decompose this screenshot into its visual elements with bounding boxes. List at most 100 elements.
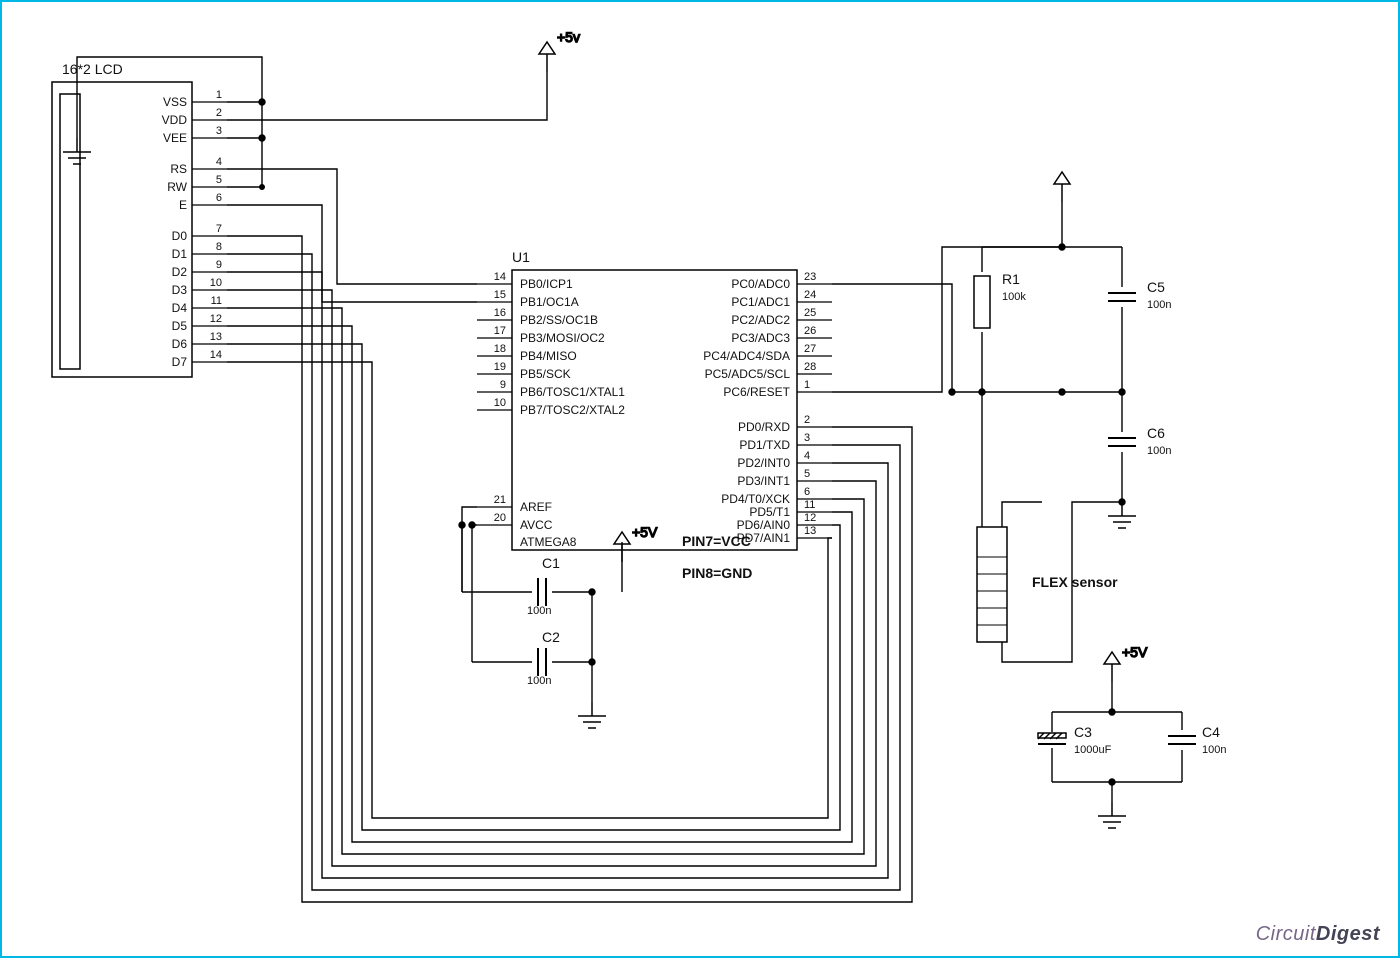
svg-text:VSS: VSS	[163, 95, 187, 109]
mcu-gnd-note: PIN8=GND	[682, 565, 752, 581]
svg-text:PC5/ADC5/SCL: PC5/ADC5/SCL	[705, 367, 791, 381]
flex-label: FLEX sensor	[1032, 574, 1118, 590]
brand-logo: CircuitDigest	[1256, 923, 1380, 946]
svg-text:E: E	[179, 198, 187, 212]
svg-text:8: 8	[216, 241, 222, 253]
brand-a: Circuit	[1256, 923, 1316, 945]
svg-text:D2: D2	[172, 265, 188, 279]
svg-text:PD3/INT1: PD3/INT1	[737, 474, 790, 488]
svg-text:27: 27	[804, 343, 816, 355]
svg-text:11: 11	[804, 499, 815, 511]
svg-text:PB5/SCK: PB5/SCK	[520, 367, 571, 381]
svg-text:25: 25	[804, 307, 816, 319]
svg-text:C3: C3	[1074, 724, 1092, 740]
svg-text:PD2/INT0: PD2/INT0	[737, 456, 790, 470]
wires: +5v +5V	[63, 29, 1196, 902]
svg-text:6: 6	[804, 486, 810, 498]
svg-text:PB2/SS/OC1B: PB2/SS/OC1B	[520, 313, 598, 327]
svg-text:13: 13	[210, 331, 222, 343]
svg-text:D4: D4	[172, 301, 188, 315]
svg-text:12: 12	[210, 313, 222, 325]
svg-text:5: 5	[804, 468, 810, 480]
svg-text:100n: 100n	[1147, 299, 1171, 311]
svg-text:D7: D7	[172, 355, 188, 369]
svg-text:PC3/ADC3: PC3/ADC3	[731, 331, 790, 345]
svg-text:100n: 100n	[1202, 744, 1226, 756]
svg-text:15: 15	[494, 289, 506, 301]
svg-text:PB3/MOSI/OC2: PB3/MOSI/OC2	[520, 331, 605, 345]
svg-text:10: 10	[494, 397, 506, 409]
flex-sensor: FLEX sensor	[977, 527, 1118, 642]
svg-text:RS: RS	[170, 162, 187, 176]
svg-text:7: 7	[216, 223, 222, 235]
svg-text:PB4/MISO: PB4/MISO	[520, 349, 577, 363]
svg-text:PB7/TOSC2/XTAL2: PB7/TOSC2/XTAL2	[520, 403, 625, 417]
svg-text:26: 26	[804, 325, 816, 337]
svg-text:PD1/TXD: PD1/TXD	[739, 438, 790, 452]
svg-text:16: 16	[494, 307, 506, 319]
svg-text:2: 2	[804, 414, 810, 426]
svg-text:PD5/T1: PD5/T1	[749, 505, 790, 519]
schematic-frame: 16*2 LCD VSS 1 VDD 2 VEE 3 RS 4 RW 5 E 6 D0 7 D…	[0, 0, 1400, 958]
svg-text:AREF: AREF	[520, 500, 552, 514]
svg-text:11: 11	[211, 295, 222, 307]
svg-text:9: 9	[216, 259, 222, 271]
svg-text:PD0/RXD: PD0/RXD	[738, 420, 790, 434]
svg-text:1000uF: 1000uF	[1074, 744, 1112, 756]
svg-text:PD7/AIN1: PD7/AIN1	[737, 531, 791, 545]
svg-text:+5V: +5V	[1122, 644, 1148, 660]
svg-text:24: 24	[804, 289, 816, 301]
svg-text:PD6/AIN0: PD6/AIN0	[737, 518, 791, 532]
brand-b: Digest	[1316, 923, 1380, 945]
svg-text:12: 12	[804, 512, 816, 524]
svg-text:PD4/T0/XCK: PD4/T0/XCK	[721, 492, 790, 506]
svg-text:4: 4	[216, 156, 222, 168]
svg-text:PC0/ADC0: PC0/ADC0	[731, 277, 790, 291]
svg-text:R1: R1	[1002, 271, 1020, 287]
svg-text:VEE: VEE	[163, 131, 187, 145]
svg-text:23: 23	[804, 271, 816, 283]
svg-text:PC1/ADC1: PC1/ADC1	[731, 295, 790, 309]
svg-text:10: 10	[210, 277, 222, 289]
svg-text:C6: C6	[1147, 425, 1165, 441]
svg-text:1: 1	[216, 89, 222, 101]
svg-text:1: 1	[804, 379, 810, 391]
mcu-part: ATMEGA8	[520, 535, 577, 549]
svg-text:D3: D3	[172, 283, 188, 297]
svg-text:13: 13	[804, 525, 816, 537]
svg-text:21: 21	[494, 494, 506, 506]
svg-text:6: 6	[216, 192, 222, 204]
svg-text:PB6/TOSC1/XTAL1: PB6/TOSC1/XTAL1	[520, 385, 625, 399]
svg-text:C2: C2	[542, 629, 560, 645]
svg-text:14: 14	[494, 271, 506, 283]
svg-text:5: 5	[216, 174, 222, 186]
extra-dots	[259, 184, 265, 190]
svg-text:AVCC: AVCC	[520, 518, 553, 532]
svg-text:3: 3	[804, 432, 810, 444]
svg-text:D0: D0	[172, 229, 188, 243]
svg-text:RW: RW	[167, 180, 187, 194]
svg-text:C5: C5	[1147, 279, 1165, 295]
svg-text:+5V: +5V	[632, 524, 658, 540]
svg-text:17: 17	[494, 325, 506, 337]
mcu-ref: U1	[512, 249, 530, 265]
svg-text:D1: D1	[172, 247, 188, 261]
svg-text:100n: 100n	[527, 675, 551, 687]
schematic-svg: 16*2 LCD VSS 1 VDD 2 VEE 3 RS 4 RW 5 E 6 D0 7 D…	[2, 2, 1398, 956]
svg-text:14: 14	[210, 349, 222, 361]
svg-text:28: 28	[804, 361, 816, 373]
svg-text:4: 4	[804, 450, 810, 462]
svg-text:PC4/ADC4/SDA: PC4/ADC4/SDA	[703, 349, 790, 363]
svg-text:C4: C4	[1202, 724, 1220, 740]
svg-text:D6: D6	[172, 337, 188, 351]
svg-text:18: 18	[494, 343, 506, 355]
svg-text:100k: 100k	[1002, 291, 1026, 303]
svg-text:VDD: VDD	[162, 113, 188, 127]
svg-text:D5: D5	[172, 319, 188, 333]
svg-text:+5v: +5v	[557, 29, 580, 45]
svg-text:PB0/ICP1: PB0/ICP1	[520, 277, 573, 291]
svg-text:19: 19	[494, 361, 506, 373]
lcd-title: 16*2 LCD	[62, 61, 123, 77]
svg-text:PC6/RESET: PC6/RESET	[723, 385, 790, 399]
svg-text:2: 2	[216, 107, 222, 119]
